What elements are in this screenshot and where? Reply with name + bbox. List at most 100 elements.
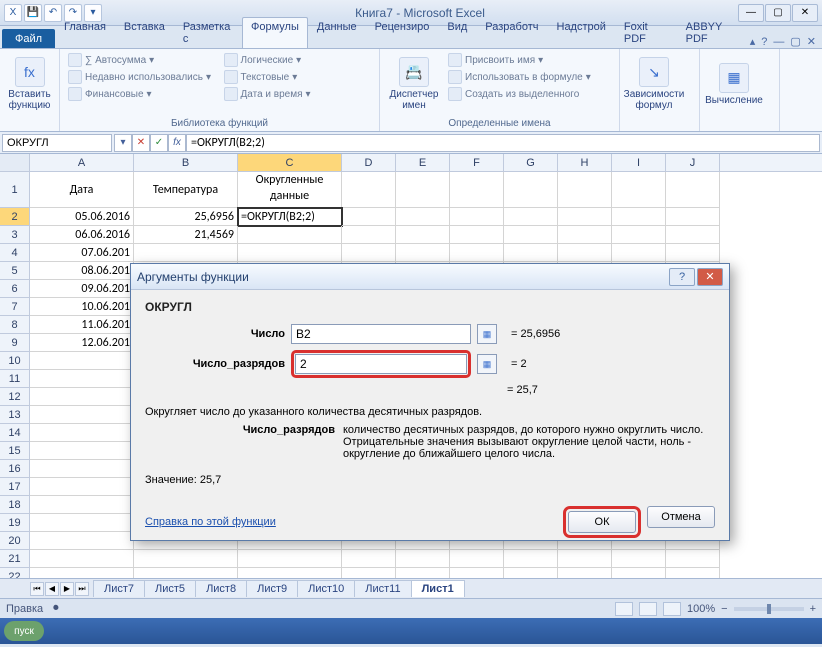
tab-рецензиро[interactable]: Рецензиро bbox=[366, 17, 439, 48]
sheet-tab-Лист8[interactable]: Лист8 bbox=[195, 580, 247, 597]
cell-E4[interactable] bbox=[396, 244, 450, 262]
tab-foxit pdf[interactable]: Foxit PDF bbox=[615, 17, 677, 48]
row-header[interactable]: 7 bbox=[0, 298, 30, 316]
name-manager-button[interactable]: 📇Диспетчер имен bbox=[386, 52, 442, 116]
cell-C2[interactable]: =ОКРУГЛ(B2;2) bbox=[238, 208, 342, 226]
row-header[interactable]: 2 bbox=[0, 208, 30, 226]
cell-G2[interactable] bbox=[504, 208, 558, 226]
cell-J21[interactable] bbox=[666, 550, 720, 568]
dialog-help-icon[interactable]: ? bbox=[669, 268, 695, 286]
arg1-ref-icon[interactable]: ▦ bbox=[477, 324, 497, 344]
cell-F2[interactable] bbox=[450, 208, 504, 226]
cell-H3[interactable] bbox=[558, 226, 612, 244]
cell-A11[interactable] bbox=[30, 370, 134, 388]
sheet-nav-last-icon[interactable]: ⏭ bbox=[75, 582, 89, 596]
view-layout-icon[interactable] bbox=[639, 602, 657, 616]
sheet-tab-Лист1[interactable]: Лист1 bbox=[411, 580, 465, 597]
tab-данные[interactable]: Данные bbox=[308, 17, 366, 48]
col-header-E[interactable]: E bbox=[396, 154, 450, 171]
col-header-F[interactable]: F bbox=[450, 154, 504, 171]
sheet-tab-Лист10[interactable]: Лист10 bbox=[297, 580, 355, 597]
cell-H21[interactable] bbox=[558, 550, 612, 568]
cell-I1[interactable] bbox=[612, 172, 666, 208]
calculation-button[interactable]: ▦Вычисление bbox=[706, 52, 762, 116]
row-header[interactable]: 5 bbox=[0, 262, 30, 280]
row-header[interactable]: 18 bbox=[0, 496, 30, 514]
cell-F3[interactable] bbox=[450, 226, 504, 244]
row-header[interactable]: 3 bbox=[0, 226, 30, 244]
tab-надстрой[interactable]: Надстрой bbox=[548, 17, 615, 48]
autosum-button[interactable]: ∑ Автосумма ▾ bbox=[66, 52, 218, 68]
row-header[interactable]: 14 bbox=[0, 424, 30, 442]
cell-B4[interactable] bbox=[134, 244, 238, 262]
fx-button-icon[interactable]: fx bbox=[168, 134, 186, 152]
cell-I22[interactable] bbox=[612, 568, 666, 578]
cell-A18[interactable] bbox=[30, 496, 134, 514]
row-header[interactable]: 1 bbox=[0, 172, 30, 208]
cell-E21[interactable] bbox=[396, 550, 450, 568]
col-header-A[interactable]: A bbox=[30, 154, 134, 171]
cell-D3[interactable] bbox=[342, 226, 396, 244]
cell-G21[interactable] bbox=[504, 550, 558, 568]
enter-formula-icon[interactable]: ✓ bbox=[150, 134, 168, 152]
arg2-input[interactable] bbox=[295, 354, 467, 374]
save-icon[interactable]: 💾 bbox=[24, 4, 42, 22]
tab-главная[interactable]: Главная bbox=[55, 17, 115, 48]
ribbon-minimize-icon[interactable]: ▴ bbox=[750, 35, 756, 48]
row-header[interactable]: 15 bbox=[0, 442, 30, 460]
cell-G1[interactable] bbox=[504, 172, 558, 208]
cell-B2[interactable]: 25,6956 bbox=[134, 208, 238, 226]
cell-E2[interactable] bbox=[396, 208, 450, 226]
cell-C22[interactable] bbox=[238, 568, 342, 578]
cell-A17[interactable] bbox=[30, 478, 134, 496]
row-header[interactable]: 17 bbox=[0, 478, 30, 496]
inner-close-icon[interactable]: ✕ bbox=[807, 35, 816, 48]
row-header[interactable]: 6 bbox=[0, 280, 30, 298]
cell-J1[interactable] bbox=[666, 172, 720, 208]
col-header-G[interactable]: G bbox=[504, 154, 558, 171]
excel-icon[interactable]: X bbox=[4, 4, 22, 22]
cell-A12[interactable] bbox=[30, 388, 134, 406]
row-header[interactable]: 19 bbox=[0, 514, 30, 532]
start-button[interactable]: пуск bbox=[4, 621, 44, 641]
tab-вставка[interactable]: Вставка bbox=[115, 17, 174, 48]
cell-H4[interactable] bbox=[558, 244, 612, 262]
cell-J4[interactable] bbox=[666, 244, 720, 262]
sheet-tab-Лист7[interactable]: Лист7 bbox=[93, 580, 145, 597]
recent-button[interactable]: Недавно использовались ▾ bbox=[66, 69, 218, 85]
cell-G3[interactable] bbox=[504, 226, 558, 244]
cell-F21[interactable] bbox=[450, 550, 504, 568]
create-from-selection-button[interactable]: Создать из выделенного bbox=[446, 86, 593, 102]
dialog-close-icon[interactable]: ✕ bbox=[697, 268, 723, 286]
cell-A6[interactable]: 09.06.201 bbox=[30, 280, 134, 298]
tab-разработч[interactable]: Разработч bbox=[476, 17, 547, 48]
cell-A20[interactable] bbox=[30, 532, 134, 550]
help-icon[interactable]: ? bbox=[761, 36, 767, 48]
cell-C4[interactable] bbox=[238, 244, 342, 262]
assign-name-button[interactable]: Присвоить имя ▾ bbox=[446, 52, 593, 68]
view-normal-icon[interactable] bbox=[615, 602, 633, 616]
select-all-corner[interactable] bbox=[0, 154, 30, 171]
dialog-titlebar[interactable]: Аргументы функции ? ✕ bbox=[131, 264, 729, 290]
row-header[interactable]: 11 bbox=[0, 370, 30, 388]
cell-B1[interactable]: Температура bbox=[134, 172, 238, 208]
close-button[interactable]: ✕ bbox=[792, 4, 818, 22]
insert-function-button[interactable]: fxВставить функцию bbox=[6, 52, 53, 116]
cell-A16[interactable] bbox=[30, 460, 134, 478]
cell-A1[interactable]: Дата bbox=[30, 172, 134, 208]
cell-I21[interactable] bbox=[612, 550, 666, 568]
sheet-nav-prev-icon[interactable]: ◀ bbox=[45, 582, 59, 596]
cell-D1[interactable] bbox=[342, 172, 396, 208]
sheet-tab-Лист9[interactable]: Лист9 bbox=[246, 580, 298, 597]
cell-I3[interactable] bbox=[612, 226, 666, 244]
sheet-nav-first-icon[interactable]: ⏮ bbox=[30, 582, 44, 596]
cell-E3[interactable] bbox=[396, 226, 450, 244]
cell-A10[interactable] bbox=[30, 352, 134, 370]
cell-C1[interactable]: Округленныеданные bbox=[238, 172, 342, 208]
cell-D21[interactable] bbox=[342, 550, 396, 568]
inner-minimize-icon[interactable]: — bbox=[773, 36, 784, 48]
tab-разметка с[interactable]: Разметка с bbox=[174, 17, 242, 48]
logical-button[interactable]: Логические ▾ bbox=[222, 52, 374, 68]
cell-A21[interactable] bbox=[30, 550, 134, 568]
cell-A2[interactable]: 05.06.2016 bbox=[30, 208, 134, 226]
